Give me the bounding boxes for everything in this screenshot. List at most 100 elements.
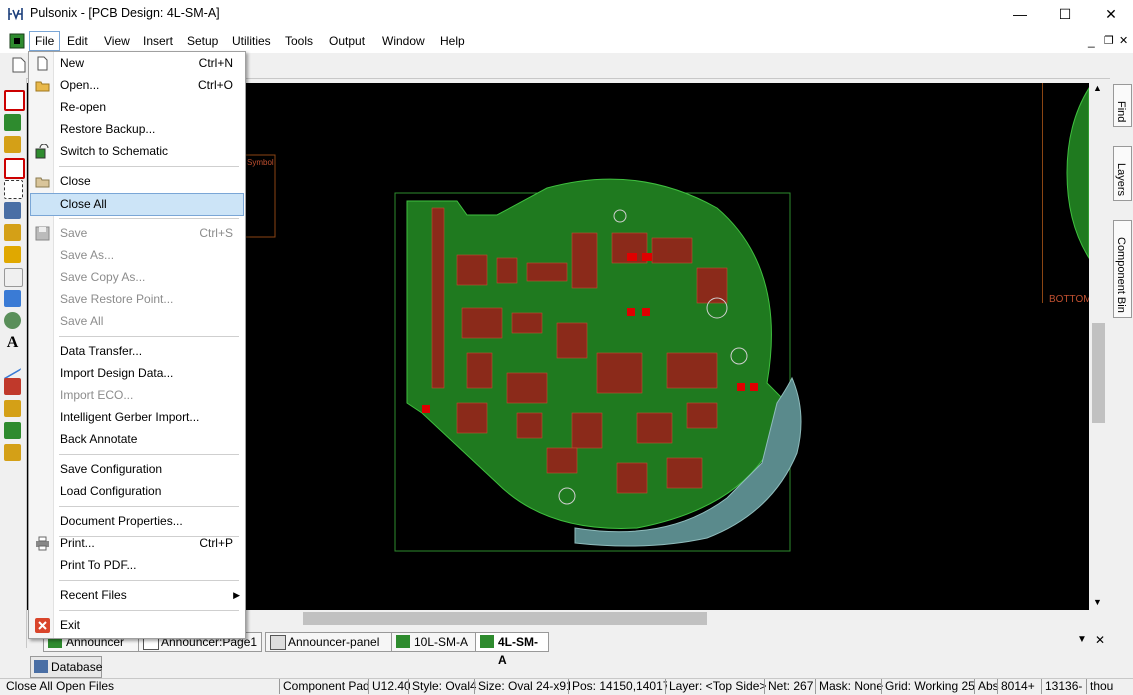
menu-item-close-all[interactable]: Close All <box>30 193 244 216</box>
menu-item-import-eco[interactable]: Import ECO... <box>30 385 244 406</box>
status-layer: Layer: <Top Side> <box>665 679 766 694</box>
menu-item-back-annotate[interactable]: Back Annotate <box>30 429 244 450</box>
minimize-button[interactable]: — <box>997 0 1043 28</box>
close-tab-icon[interactable]: ✕ <box>1095 633 1105 647</box>
menu-item-document-properties[interactable]: Document Properties... <box>30 511 244 532</box>
add-text-icon[interactable]: A <box>4 334 21 351</box>
menu-tools[interactable]: Tools <box>280 32 318 50</box>
renumber-icon[interactable] <box>4 444 21 461</box>
tab-layers[interactable]: Layers <box>1113 146 1132 202</box>
symbol-panel-label: Symbol <box>247 158 274 167</box>
mdi-close-button[interactable]: ✕ <box>1119 34 1128 47</box>
menu-item-open[interactable]: Open... Ctrl+O <box>30 75 244 96</box>
status-item-type: Component Pad <box>279 679 370 694</box>
add-copper-icon[interactable] <box>4 246 21 263</box>
mdi-restore-button[interactable]: ❐ <box>1104 34 1114 47</box>
menu-window[interactable]: Window <box>377 32 430 50</box>
add-connection-icon[interactable] <box>4 290 21 307</box>
vertical-scroll-thumb[interactable] <box>1092 323 1105 423</box>
add-via-icon[interactable] <box>4 202 21 219</box>
exit-icon <box>35 618 50 633</box>
close-folder-icon <box>35 177 50 188</box>
status-units: thou <box>1086 679 1120 694</box>
design-check-icon[interactable] <box>4 422 21 439</box>
add-component-icon[interactable] <box>4 114 21 131</box>
menu-insert[interactable]: Insert <box>138 32 178 50</box>
menu-item-save-all[interactable]: Save All <box>30 311 244 332</box>
status-hint: Close All Open Files <box>6 679 115 693</box>
menu-separator <box>59 610 239 611</box>
status-grid: Grid: Working 25 <box>881 679 976 694</box>
menu-separator <box>59 454 239 455</box>
status-y-coord: 13136- <box>1041 679 1088 694</box>
menu-item-print[interactable]: Print... Ctrl+P <box>30 533 244 554</box>
add-board-icon[interactable] <box>4 158 25 179</box>
menu-item-import-design-data[interactable]: Import Design Data... <box>30 363 244 384</box>
tab-component-bin[interactable]: Component Bin <box>1113 220 1132 318</box>
menu-item-save-copy-as[interactable]: Save Copy As... <box>30 267 244 288</box>
database-tab[interactable]: Database <box>30 656 102 678</box>
new-document-icon[interactable] <box>12 57 26 73</box>
tab-announcer-panel[interactable]: Announcer-panel <box>265 632 395 652</box>
menu-item-recent-files[interactable]: Recent Files ▶ <box>30 585 244 606</box>
menu-file[interactable]: File <box>29 31 61 51</box>
menu-item-restore-backup[interactable]: Restore Backup... <box>30 119 244 140</box>
pcb-tab-icon <box>480 635 494 648</box>
menu-item-load-configuration[interactable]: Load Configuration <box>30 481 244 502</box>
add-pad-icon[interactable] <box>4 224 21 241</box>
menu-item-save-restore-point[interactable]: Save Restore Point... <box>30 289 244 310</box>
maximize-button[interactable]: ☐ <box>1042 0 1088 28</box>
left-toolbar: A <box>0 78 27 648</box>
pcb-tab-icon <box>396 635 410 648</box>
test-point-icon[interactable] <box>4 378 21 395</box>
add-shape-icon[interactable] <box>4 136 21 153</box>
status-abs: Abs <box>974 679 999 694</box>
tabs-dropdown-icon[interactable]: ▼ <box>1077 634 1087 645</box>
menu-output[interactable]: Output <box>324 32 370 50</box>
route-icon[interactable] <box>4 268 23 287</box>
menu-separator <box>59 580 239 581</box>
menu-item-exit[interactable]: Exit <box>30 615 244 636</box>
scroll-down-arrow-icon[interactable]: ▼ <box>1093 597 1102 607</box>
horizontal-scroll-thumb[interactable] <box>303 612 707 625</box>
vertical-scrollbar[interactable]: ▲ ▼ <box>1090 83 1107 610</box>
menu-item-intelligent-gerber-import[interactable]: Intelligent Gerber Import... <box>30 407 244 428</box>
menu-item-switch-to-schematic[interactable]: Switch to Schematic <box>30 141 244 162</box>
menu-item-new[interactable]: New Ctrl+N <box>30 53 244 74</box>
window-title: Pulsonix - [PCB Design: 4L-SM-A] <box>30 6 220 20</box>
status-x-coord: 8014+ <box>997 679 1043 694</box>
add-area-icon[interactable] <box>4 180 23 199</box>
menu-utilities[interactable]: Utilities <box>227 32 276 50</box>
menu-item-save[interactable]: Save Ctrl+S <box>30 223 244 244</box>
menu-help[interactable]: Help <box>435 32 470 50</box>
save-icon <box>35 226 50 241</box>
add-line-icon[interactable] <box>4 351 21 380</box>
mdi-minimize-button[interactable]: _ <box>1088 34 1095 48</box>
menu-item-print-to-pdf[interactable]: Print To PDF... <box>30 555 244 576</box>
menu-edit[interactable]: Edit <box>62 32 93 50</box>
status-style: Style: Oval4 <box>408 679 476 694</box>
database-icon <box>34 660 48 673</box>
tab-4l-sm-a[interactable]: 4L-SM-A <box>475 632 549 667</box>
close-window-button[interactable]: ✕ <box>1088 0 1133 28</box>
menu-separator <box>59 336 239 337</box>
status-mask: Mask: None <box>815 679 883 694</box>
select-tool-icon[interactable] <box>4 90 25 111</box>
new-file-icon <box>37 56 48 71</box>
menu-item-save-as[interactable]: Save As... <box>30 245 244 266</box>
tab-10l-sm-a[interactable]: 10L-SM-A <box>391 632 477 652</box>
menu-item-data-transfer[interactable]: Data Transfer... <box>30 341 244 362</box>
menu-setup[interactable]: Setup <box>182 32 223 50</box>
menu-item-save-configuration[interactable]: Save Configuration <box>30 459 244 480</box>
menu-item-reopen[interactable]: Re-open <box>30 97 244 118</box>
menu-item-close[interactable]: Close <box>30 171 244 192</box>
measure-icon[interactable] <box>4 400 21 417</box>
printer-icon <box>36 536 49 551</box>
tab-find[interactable]: Find <box>1113 84 1132 128</box>
menu-view[interactable]: View <box>99 32 135 50</box>
scroll-up-arrow-icon[interactable]: ▲ <box>1093 83 1102 93</box>
status-net: Net: 267 <box>764 679 817 694</box>
menu-separator <box>59 218 239 219</box>
menu-separator <box>59 506 239 507</box>
add-hole-icon[interactable] <box>4 312 21 329</box>
